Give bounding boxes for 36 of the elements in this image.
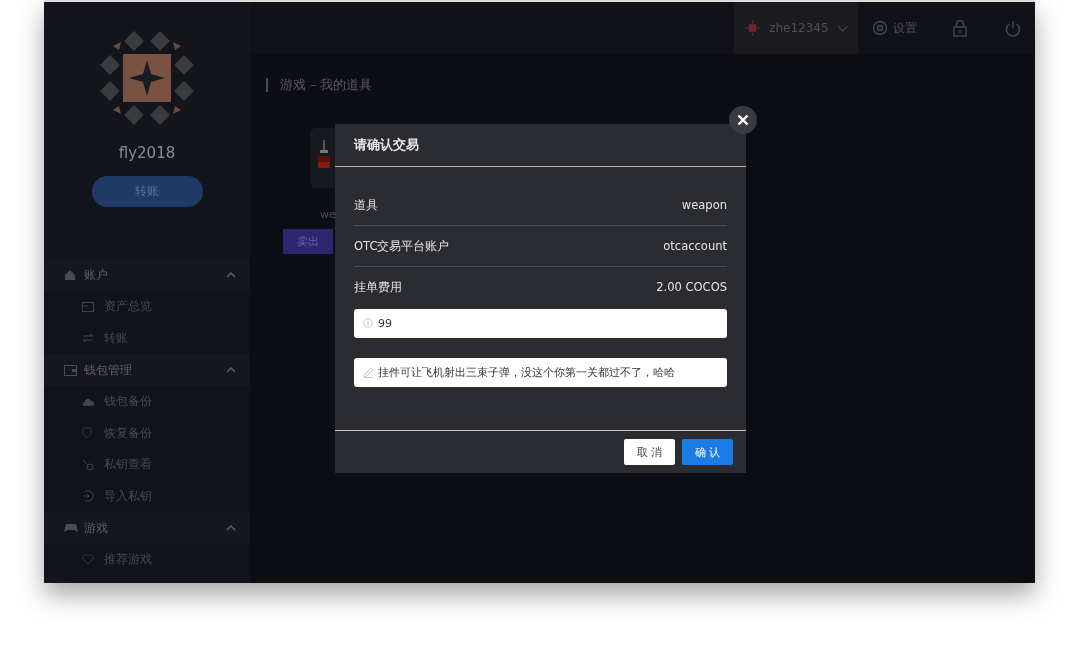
username: fly2018 xyxy=(118,144,176,162)
gamepad-icon xyxy=(64,523,78,533)
settings-icon xyxy=(872,20,888,36)
avatar-icon xyxy=(744,19,762,37)
price-field[interactable]: 99 xyxy=(354,309,727,338)
shield-icon xyxy=(82,427,92,440)
breadcrumb: 游戏 – 我的道具 xyxy=(266,78,1019,92)
coin-icon xyxy=(363,318,373,328)
key-icon xyxy=(82,458,94,471)
power-icon[interactable] xyxy=(1005,19,1021,37)
heart-icon xyxy=(82,554,94,566)
cancel-button[interactable]: 取 消 xyxy=(624,439,675,465)
close-button[interactable] xyxy=(729,106,757,134)
lock-icon[interactable] xyxy=(953,19,967,37)
close-icon xyxy=(737,114,749,126)
pencil-icon xyxy=(363,367,374,378)
caret-icon xyxy=(226,367,236,373)
item-name: we xyxy=(320,208,336,221)
field-value: otcaccount xyxy=(663,239,727,253)
caret-icon xyxy=(226,272,236,278)
field-label: 道具 xyxy=(354,197,378,213)
chevron-down-icon xyxy=(836,24,848,32)
wallet-icon xyxy=(64,364,77,376)
caret-icon xyxy=(226,525,236,531)
home-icon xyxy=(64,269,76,281)
confirm-button[interactable]: 确 认 xyxy=(682,439,733,465)
card-icon xyxy=(82,301,94,312)
import-icon xyxy=(82,490,94,503)
field-label: OTC交易平台账户 xyxy=(354,238,450,254)
swap-icon xyxy=(82,333,94,344)
field-value: weapon xyxy=(681,198,727,212)
field-label: 挂单费用 xyxy=(354,279,402,295)
field-value: 2.00 COCOS xyxy=(656,280,727,294)
cloud-icon xyxy=(82,397,94,406)
potion-drawing xyxy=(310,128,338,188)
note-field[interactable]: 挂件可让飞机射出三束子弹，没这个你第一关都过不了，哈哈 xyxy=(354,358,727,387)
